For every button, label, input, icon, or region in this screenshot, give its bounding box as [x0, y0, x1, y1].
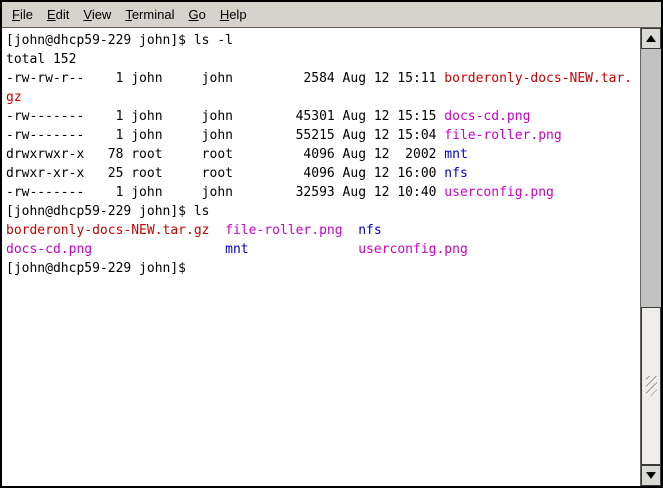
terminal-text: [john@dhcp59-229 john]$ ls -l [6, 33, 233, 48]
arrow-down-icon [646, 472, 656, 479]
terminal-line: -rw------- 1 john john 45301 Aug 12 15:1… [6, 107, 640, 126]
menu-item-mnemonic: H [220, 7, 229, 22]
terminal-text: -rw-rw-r-- 1 john john 2584 Aug 12 15:11 [6, 71, 444, 86]
menu-item-label: erminal [132, 7, 175, 22]
terminal-text [92, 242, 225, 257]
terminal-text [249, 242, 359, 257]
menu-item-edit[interactable]: Edit [40, 4, 76, 25]
terminal-text-directory: nfs [358, 223, 381, 238]
scroll-up-button[interactable] [641, 28, 661, 49]
terminal-text [343, 223, 359, 238]
arrow-up-icon [646, 35, 656, 42]
menu-item-mnemonic: F [12, 7, 20, 22]
terminal-line: drwxr-xr-x 25 root root 4096 Aug 12 16:0… [6, 164, 640, 183]
terminal-text-image: userconfig.png [444, 185, 554, 200]
terminal-text-image: file-roller.png [444, 128, 561, 143]
menu-item-view[interactable]: View [76, 4, 118, 25]
terminal-text-directory: nfs [444, 166, 467, 181]
terminal-window: FileEditViewTerminalGoHelp [john@dhcp59-… [0, 0, 663, 488]
terminal-line: gz [6, 88, 640, 107]
scrollbar-thumb[interactable] [641, 307, 661, 465]
menu-bar: FileEditViewTerminalGoHelp [2, 2, 661, 28]
terminal-text: -rw------- 1 john john 45301 Aug 12 15:1… [6, 109, 444, 124]
menu-item-label: elp [229, 7, 246, 22]
terminal-text [210, 223, 226, 238]
terminal-text-image: file-roller.png [225, 223, 342, 238]
terminal-output[interactable]: [john@dhcp59-229 john]$ ls -l total 152 -r… [2, 28, 640, 486]
terminal-line: [john@dhcp59-229 john]$ [6, 259, 640, 278]
terminal-line: total 152 [6, 50, 640, 69]
terminal-text: drwxr-xr-x 25 root root 4096 Aug 12 16:0… [6, 166, 444, 181]
terminal-text-archive: borderonly-docs-NEW.tar. [444, 71, 632, 86]
menu-item-go[interactable]: Go [181, 4, 212, 25]
menu-item-label: o [199, 7, 206, 22]
terminal-line: -rw------- 1 john john 32593 Aug 12 10:4… [6, 183, 640, 202]
menu-item-terminal[interactable]: Terminal [118, 4, 181, 25]
terminal-text-archive: gz [6, 90, 22, 105]
menu-item-mnemonic: V [83, 7, 91, 22]
terminal-text: -rw------- 1 john john 55215 Aug 12 15:0… [6, 128, 444, 143]
menu-item-file[interactable]: File [5, 4, 40, 25]
terminal-line: docs-cd.png mnt userconfig.png [6, 240, 640, 259]
window-body: [john@dhcp59-229 john]$ ls -l total 152 -r… [2, 28, 661, 486]
terminal-text: total 152 [6, 52, 76, 67]
menu-item-help[interactable]: Help [213, 4, 254, 25]
menu-item-mnemonic: G [188, 7, 198, 22]
terminal-text-image: docs-cd.png [444, 109, 530, 124]
terminal-line: drwxrwxr-x 78 root root 4096 Aug 12 2002… [6, 145, 640, 164]
scrollbar [640, 28, 661, 486]
terminal-line: -rw------- 1 john john 55215 Aug 12 15:0… [6, 126, 640, 145]
terminal-text-image: userconfig.png [358, 242, 468, 257]
scroll-down-button[interactable] [641, 465, 661, 486]
scrollbar-track[interactable] [641, 49, 661, 465]
terminal-text-directory: mnt [444, 147, 467, 162]
menu-item-label: ile [20, 7, 33, 22]
menu-item-mnemonic: E [47, 7, 56, 22]
terminal-text-archive: borderonly-docs-NEW.tar.gz [6, 223, 210, 238]
terminal-line: [john@dhcp59-229 john]$ ls [6, 202, 640, 221]
terminal-text: drwxrwxr-x 78 root root 4096 Aug 12 2002 [6, 147, 444, 162]
terminal-text-directory: mnt [225, 242, 248, 257]
terminal-line: -rw-rw-r-- 1 john john 2584 Aug 12 15:11… [6, 69, 640, 88]
terminal-text: [john@dhcp59-229 john]$ ls [6, 204, 210, 219]
terminal-text: -rw------- 1 john john 32593 Aug 12 10:4… [6, 185, 444, 200]
menu-item-label: dit [56, 7, 70, 22]
terminal-text: [john@dhcp59-229 john]$ [6, 261, 194, 276]
terminal-line: borderonly-docs-NEW.tar.gz file-roller.p… [6, 221, 640, 240]
thumb-grip-icon [646, 376, 657, 396]
menu-item-label: iew [92, 7, 112, 22]
terminal-line: [john@dhcp59-229 john]$ ls -l [6, 31, 640, 50]
terminal-text-image: docs-cd.png [6, 242, 92, 257]
